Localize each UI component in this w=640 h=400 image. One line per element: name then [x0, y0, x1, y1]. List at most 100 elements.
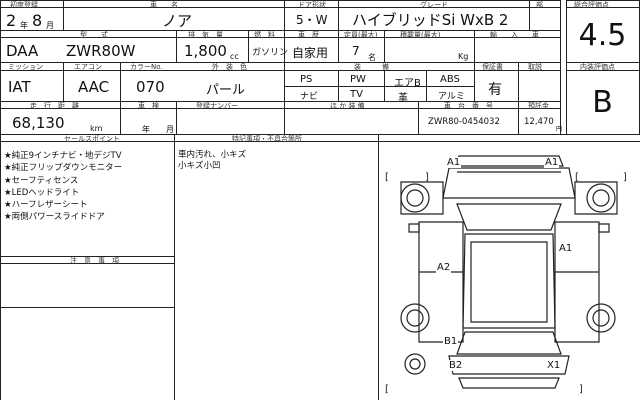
grid-line	[418, 101, 419, 134]
damage-mark: A1	[558, 243, 574, 254]
mission-value: IAT	[8, 78, 31, 96]
plate-header: 登録ナンバー	[196, 102, 238, 110]
sales-point-item: ★純正9インチナビ・地デジTV	[4, 151, 122, 161]
grid-line	[338, 0, 339, 30]
sales-points-header: セールスポイント	[64, 135, 120, 143]
capacity-value: 7	[352, 44, 360, 58]
grid-line	[518, 62, 519, 101]
sales-point-item: ★セーフティセンス	[4, 175, 79, 186]
mission-header: ミッション	[8, 63, 43, 71]
overall-score-value: 4.5	[578, 17, 627, 53]
displacement-value: 1,800	[184, 42, 227, 60]
note-item: 小キズ小凹	[178, 161, 221, 171]
equip-leather: 革	[398, 93, 408, 104]
capacity-header: 定員(最大)	[344, 31, 378, 39]
grid-line	[174, 134, 175, 400]
inspection-month-unit: 月	[166, 125, 174, 134]
grid-line	[518, 101, 519, 134]
grid-line	[0, 7, 560, 8]
equip-abs: ABS	[440, 74, 460, 85]
svg-text:[: [	[385, 172, 389, 183]
mileage-header: 走 行 距 離	[30, 102, 79, 110]
car-damage-diagram: [ ] [ ] [ ]	[385, 155, 627, 395]
cc-unit: cc	[230, 52, 239, 61]
caution-header: 注 意 事 項	[70, 257, 119, 265]
doors-value: 5・W	[296, 13, 328, 27]
damage-mark: B1	[443, 336, 459, 347]
load-header: 積載量(最大)	[400, 31, 441, 39]
aircon-header: エアコン	[74, 63, 102, 71]
color-header: 外 装 色	[212, 63, 247, 71]
grid-line	[284, 0, 285, 30]
svg-text:]: ]	[579, 384, 583, 395]
svg-text:[: [	[385, 384, 389, 395]
frame-no-header: 車 台 番 号	[444, 102, 493, 110]
grid-line	[560, 0, 561, 135]
grid-line	[529, 0, 530, 30]
month-value: 8	[32, 11, 43, 30]
damage-mark: A1	[544, 157, 560, 168]
usage-value: 自家用	[292, 46, 329, 60]
equip-pw: PW	[350, 74, 366, 85]
aircon-value: AAC	[78, 78, 110, 96]
sales-point-item: ★純正フリップダウンモニター	[4, 163, 123, 174]
year-value: 2	[6, 11, 17, 30]
car-name-value: ノア	[162, 12, 193, 30]
mileage-unit: km	[90, 124, 103, 133]
damage-mark: B2	[448, 360, 464, 371]
frame-no-value: ZWR80-0454032	[428, 117, 500, 127]
grid-line	[284, 86, 474, 87]
damage-mark: A1	[446, 157, 462, 168]
fuel-header: 燃 料	[254, 31, 275, 39]
first-reg-header: 初度登録	[10, 1, 38, 9]
svg-text:]: ]	[425, 172, 429, 183]
inspection-year-unit: 年	[142, 125, 150, 134]
recycle-fee-value: 12,470	[524, 117, 554, 127]
capacity-unit: 名	[368, 53, 376, 62]
model-header: 型 式	[80, 31, 108, 39]
usage-header: 車 歴	[298, 31, 319, 39]
sales-point-item: ★LEDヘッドライト	[4, 187, 80, 198]
equipment-header: 装 備	[354, 63, 389, 71]
grid-line	[338, 30, 339, 62]
model-value: ZWR80W	[66, 42, 136, 60]
equip-alloy: アルミ	[438, 92, 465, 102]
inspection-header: 車 検	[138, 102, 159, 110]
displacement-header: 排 気 量	[188, 31, 223, 39]
model-prefix-value: DAA	[6, 42, 39, 60]
color-no-value: 070	[136, 78, 165, 96]
load-unit: Kg	[458, 52, 469, 61]
recycle-fee-header: 預託金	[528, 102, 549, 110]
damage-mark: X1	[546, 360, 562, 371]
grid-line	[0, 307, 174, 308]
equip-tv: TV	[350, 89, 363, 100]
warranty-value: 有	[488, 82, 502, 98]
grid-line	[120, 62, 121, 101]
grid-line	[176, 101, 177, 134]
import-header: 輸 入 車	[490, 31, 539, 39]
sales-point-item: ★ハーフレザーシート	[4, 200, 88, 211]
grid-line	[474, 62, 475, 101]
notes-header: 特記事項・不具合箇所	[232, 135, 302, 143]
month-unit: 月	[46, 21, 54, 30]
equip-navi: ナビ	[300, 92, 319, 102]
other-equipment-header: ほ か 装 備	[330, 102, 365, 110]
sales-points-list: ★純正9インチナビ・地デジTV ★純正フリップダウンモニター ★セーフティセンス…	[4, 150, 172, 224]
note-item: 車内汚れ、小キズ	[178, 150, 247, 160]
svg-text:[: [	[575, 172, 579, 183]
grid-line	[63, 62, 64, 101]
notes-list: 車内汚れ、小キズ 小キズ小凹	[178, 150, 374, 172]
grid-line	[474, 30, 475, 62]
grid-line	[0, 134, 1, 400]
color-no-header: カラーNo.	[130, 63, 163, 71]
sales-point-item: ★両側パワースライドドア	[4, 212, 105, 223]
grid-line	[63, 0, 64, 30]
grid-line	[248, 30, 249, 62]
grid-line	[120, 101, 121, 134]
interior-score-value: B	[592, 85, 613, 120]
damage-mark: A2	[436, 262, 452, 273]
grid-line	[384, 30, 385, 62]
warranty-header: 保証書	[482, 63, 503, 71]
grid-line	[0, 0, 560, 1]
grid-line	[176, 30, 177, 62]
